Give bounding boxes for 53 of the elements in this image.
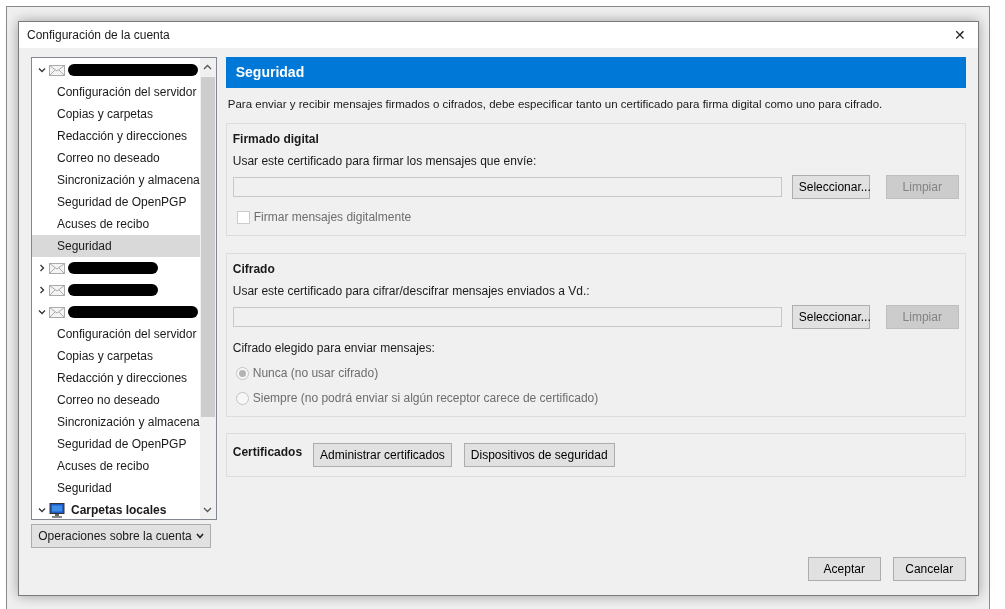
tree-item[interactable]: Copias y carpetas [32, 103, 200, 125]
tree-item[interactable]: Sincronización y almacena [32, 411, 200, 433]
envelope-icon [49, 64, 65, 76]
dialog-button[interactable]: Dispositivos de seguridad [463, 443, 615, 468]
tree-item[interactable]: Configuración del servidor [32, 81, 200, 103]
chevron-down-icon[interactable] [38, 66, 46, 74]
group-title: Certificados [232, 443, 303, 461]
radio-label: Siempre (no podrá enviar si algún receptor carece de certificado) [252, 390, 599, 408]
dialog-button[interactable]: Administrar certificados [313, 443, 452, 468]
tree-item[interactable]: Carpetas locales [71, 501, 167, 519]
tree-item[interactable]: Acuses de recibo [32, 213, 200, 235]
scrollbar-thumb[interactable] [200, 77, 215, 417]
dialog-button[interactable]: Cancelar [892, 557, 966, 581]
scrollbar[interactable] [199, 58, 216, 519]
checkbox-label: Firmar mensajes digitalmente [253, 209, 412, 227]
tree-item[interactable]: Seguridad [32, 235, 200, 257]
chevron-down-icon[interactable] [38, 506, 46, 514]
envelope-icon [49, 284, 65, 296]
tree-item[interactable]: Correo no deseado [32, 389, 200, 411]
tree-item[interactable]: Acuses de recibo [32, 455, 200, 477]
tree-item[interactable]: Redacción y direcciones [32, 125, 200, 147]
tree-item[interactable]: Seguridad de OpenPGP [32, 191, 200, 213]
account-actions-button[interactable]: Operaciones sobre la cuenta [31, 524, 211, 548]
dialog-button[interactable]: Aceptar [807, 557, 881, 581]
radio-label: Nunca (no usar cifrado) [252, 365, 379, 383]
page-header: Seguridad [225, 57, 966, 88]
caret-icon [195, 533, 204, 539]
window-title: Configuración de la cuenta [27, 27, 170, 44]
envelope-icon [49, 306, 65, 318]
intro-text: Para enviar y recibir mensajes firmados o cifrados, debe especificar tanto un certificado para firma digital como uno para cifrado. [227, 97, 884, 112]
tree-item[interactable]: Redacción y direcciones [32, 367, 200, 389]
field-label: Usar este certificado para cifrar/descifrar mensajes enviados a Vd.: [232, 283, 591, 301]
dialog-button[interactable]: Seleccionar... [791, 305, 870, 330]
close-button[interactable]: ✕ [942, 22, 978, 48]
tree-item[interactable]: Copias y carpetas [32, 345, 200, 367]
tree-item[interactable]: Configuración del servidor [32, 323, 200, 345]
envelope-icon [49, 262, 65, 274]
group-title: Cifrado [232, 261, 276, 279]
tree-item[interactable]: Seguridad de OpenPGP [32, 433, 200, 455]
field-label: Usar este certificado para firmar los mensajes que envíe: [232, 153, 538, 171]
scroll-down-icon[interactable] [203, 507, 213, 513]
chevron-down-icon[interactable] [38, 308, 46, 316]
field-label: Cifrado elegido para enviar mensajes: [232, 340, 436, 358]
certificate-field[interactable] [232, 307, 782, 328]
tree-item[interactable]: Correo no deseado [32, 147, 200, 169]
scroll-up-icon[interactable] [203, 64, 213, 70]
tree-item[interactable]: Seguridad [32, 477, 200, 499]
chevron-right-icon[interactable] [38, 286, 46, 294]
chevron-right-icon[interactable] [38, 264, 46, 272]
tree-item[interactable]: Sincronización y almacena [32, 169, 200, 191]
certificate-field[interactable] [232, 177, 782, 198]
group-title: Firmado digital [232, 131, 320, 149]
dialog-button[interactable]: Seleccionar... [791, 175, 870, 200]
